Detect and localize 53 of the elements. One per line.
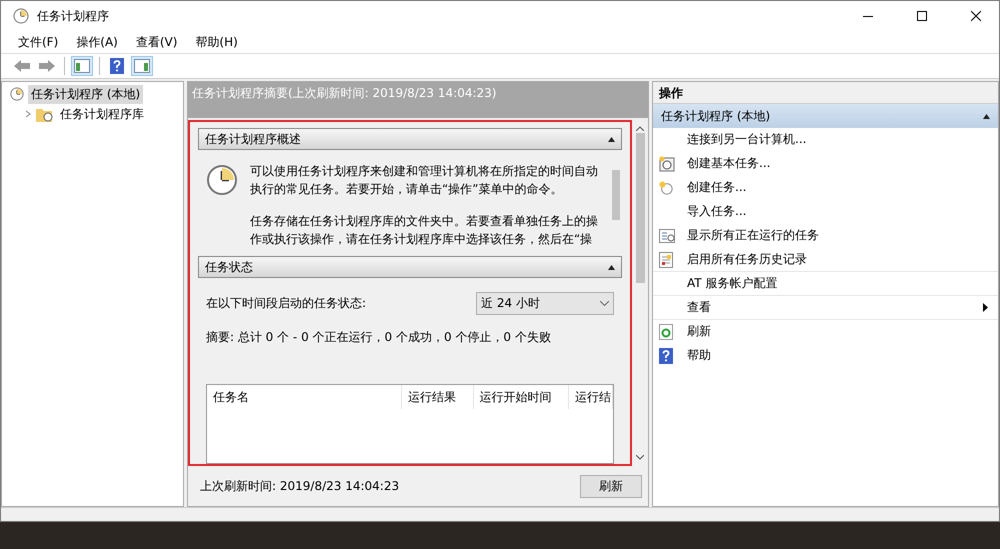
menu-item[interactable]: 查看(V) xyxy=(128,32,184,52)
maximize-icon xyxy=(917,11,927,21)
action-item[interactable]: 启用所有任务历史记录 xyxy=(653,248,998,272)
action-item[interactable]: 创建任务... xyxy=(653,176,998,200)
refresh-icon xyxy=(659,324,673,340)
clock-icon xyxy=(10,87,24,101)
action-group-header[interactable]: 任务计划程序 (本地) xyxy=(653,104,998,128)
scrollbar-thumb[interactable] xyxy=(612,170,620,220)
menu-item[interactable]: 操作(A) xyxy=(69,32,125,52)
column-header[interactable]: 运行结 xyxy=(569,385,613,409)
last-refresh-text: 上次刷新时间: 2019/8/23 14:04:23 xyxy=(200,478,400,494)
list-clock-icon xyxy=(659,228,675,242)
collapse-chevron-icon[interactable] xyxy=(24,110,32,118)
period-dropdown[interactable]: 近 24 小时 xyxy=(476,292,614,315)
log-icon xyxy=(659,252,673,268)
tree-item[interactable]: 任务计划程序库 xyxy=(57,104,147,124)
calendar-clock-icon xyxy=(659,156,675,172)
action-item[interactable]: 查看 xyxy=(653,296,998,320)
tree-item[interactable]: 任务计划程序 (本地) xyxy=(28,84,144,104)
action-item[interactable]: 显示所有正在运行的任务 xyxy=(653,224,998,248)
scrollbar-thumb[interactable] xyxy=(636,133,644,283)
window-title: 任务计划程序 xyxy=(37,8,110,24)
pane-header: 任务计划程序摘要(上次刷新时间: 2019/8/23 14:04:23) xyxy=(188,82,648,118)
help-icon xyxy=(659,348,673,364)
app-clock-icon xyxy=(13,8,29,24)
scroll-up-icon[interactable] xyxy=(636,126,644,131)
section-header[interactable]: 任务计划程序概述 xyxy=(198,128,622,150)
column-header[interactable]: 运行结果 xyxy=(402,385,474,409)
scroll-down-icon[interactable] xyxy=(636,455,644,460)
folder-clock-icon xyxy=(36,106,53,122)
action-item[interactable]: 导入任务... xyxy=(653,200,998,224)
action-item[interactable]: 连接到另一台计算机... xyxy=(653,128,998,152)
chevron-down-icon xyxy=(600,301,609,306)
pane-header: 操作 xyxy=(653,82,998,104)
column-header[interactable]: 运行开始时间 xyxy=(474,385,570,409)
large-clock-icon xyxy=(206,164,238,196)
show-action-pane-button[interactable] xyxy=(131,56,153,76)
refresh-button[interactable]: 刷新 xyxy=(580,474,642,498)
help-icon xyxy=(110,58,124,74)
section-header[interactable]: 任务状态 xyxy=(198,256,622,278)
show-tree-button[interactable] xyxy=(71,56,93,76)
description-paragraph: 任务存储在任务计划程序库的文件夹中。若要查看单独任务上的操作或执行该操作，请在任务计划程序库中选择该任务，然后在“操 xyxy=(250,213,599,248)
menu-item[interactable]: 帮助(H) xyxy=(188,32,245,52)
description-paragraph: 可以使用任务计划程序来创建和管理计算机将在所指定的时间自动执行的常见任务。若要开始，请单击“操作”菜单中的命令。 xyxy=(250,163,599,198)
action-item[interactable]: 帮助 xyxy=(653,344,998,368)
action-item[interactable]: 创建基本任务... xyxy=(653,152,998,176)
summary-text: 摘要: 总计 0 个 - 0 个正在运行，0 个成功，0 个停止，0 个失败 xyxy=(206,329,552,346)
action-item[interactable]: 刷新 xyxy=(653,320,998,344)
column-header[interactable]: 任务名 xyxy=(207,385,402,409)
action-item[interactable]: AT 服务帐户配置 xyxy=(653,272,998,296)
period-label: 在以下时间段启动的任务状态: xyxy=(206,295,366,312)
close-icon xyxy=(971,11,981,21)
menu-item[interactable]: 文件(F) xyxy=(11,32,66,52)
